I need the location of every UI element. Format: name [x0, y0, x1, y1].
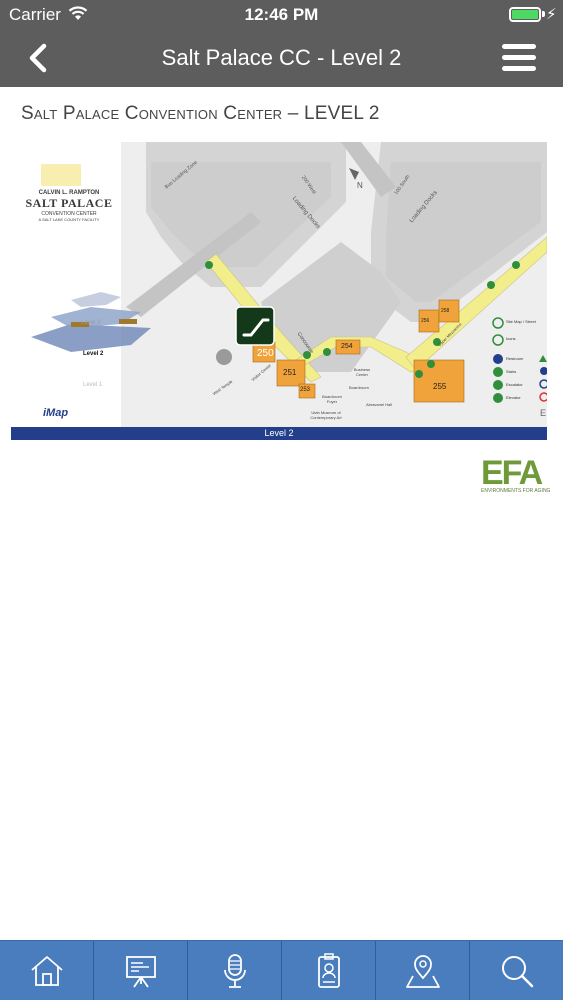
- room-label-251: 251: [283, 368, 297, 377]
- room-label-258: 258: [441, 308, 450, 314]
- tab-speakers[interactable]: [188, 941, 282, 1000]
- inset-level-1-label: Level 1: [83, 382, 103, 388]
- map-heading-level: LEVEL 2: [304, 103, 380, 124]
- legend-restroom: Restroom: [506, 356, 524, 361]
- museum-label: Utah Museum of Contemporary Art: [310, 410, 342, 420]
- legend-stairs: Stairs: [506, 369, 517, 374]
- level-footer-bar: Level 2: [264, 428, 294, 438]
- tab-badge[interactable]: [282, 941, 376, 1000]
- room-label-256: 256: [421, 318, 430, 324]
- room-label-253: 253: [300, 387, 311, 393]
- hamburger-menu-icon[interactable]: [502, 44, 536, 72]
- room-label-255: 255: [433, 382, 447, 391]
- floor-map-graphic: [11, 142, 547, 440]
- charging-bolt-icon: ⚡: [546, 6, 557, 23]
- room-label-250: 250: [257, 348, 274, 359]
- abravanel-hall-label: Abravanel Hall: [365, 402, 392, 407]
- tab-bar: [0, 940, 563, 1000]
- compass-north-label: N: [357, 181, 363, 190]
- legend-elevator: Elevator: [506, 395, 521, 400]
- room-label-254: 254: [341, 343, 353, 350]
- legend-escalator: Escalator: [506, 382, 523, 387]
- east-edge-label: E: [540, 408, 547, 418]
- battery-tip: [542, 11, 545, 17]
- legend-icons: Icons: [506, 336, 516, 341]
- floor-map[interactable]: CALVIN L. RAMPTON SALT PALACE CONVENTION…: [11, 142, 547, 440]
- legend-site-map: Site Map / Street: [506, 319, 536, 324]
- page-title: Salt Palace CC - Level 2: [161, 45, 402, 70]
- map-heading: Salt Palace Convention Center – LEVEL 2: [21, 103, 380, 125]
- tab-presentations[interactable]: [94, 941, 188, 1000]
- map-pin-icon: [405, 955, 440, 988]
- battery-icon: [509, 7, 541, 22]
- imap-logo: iMap: [43, 407, 69, 419]
- nav-bar: Salt Palace CC - Level 2: [0, 30, 563, 87]
- salt-palace-logo: CALVIN L. RAMPTON SALT PALACE CONVENTION…: [25, 190, 113, 222]
- tab-home[interactable]: [0, 941, 94, 1000]
- clock: 12:46 PM: [244, 5, 319, 24]
- boardroom-label: Boardroom: [349, 385, 369, 390]
- boardroom-foyer-label: Boardroom Foyer: [322, 394, 342, 404]
- inset-level-3-label: Level 3: [81, 320, 101, 326]
- search-icon: [501, 956, 533, 988]
- business-center-label: Business Center: [353, 367, 371, 377]
- inset-level-2-label: Level 2: [83, 351, 104, 357]
- status-bar: Carrier 12:46 PM ⚡: [0, 0, 563, 30]
- presentation-board-icon: [125, 956, 156, 988]
- microphone-icon: [223, 954, 246, 988]
- tab-map[interactable]: [376, 941, 470, 1000]
- efa-logo: EFA ENVIRONMENTS FOR AGING: [481, 454, 551, 494]
- id-badge-icon: [317, 953, 340, 988]
- tab-search[interactable]: [470, 941, 563, 1000]
- home-icon: [30, 956, 63, 986]
- map-heading-prefix: Salt Palace Convention Center –: [21, 103, 304, 124]
